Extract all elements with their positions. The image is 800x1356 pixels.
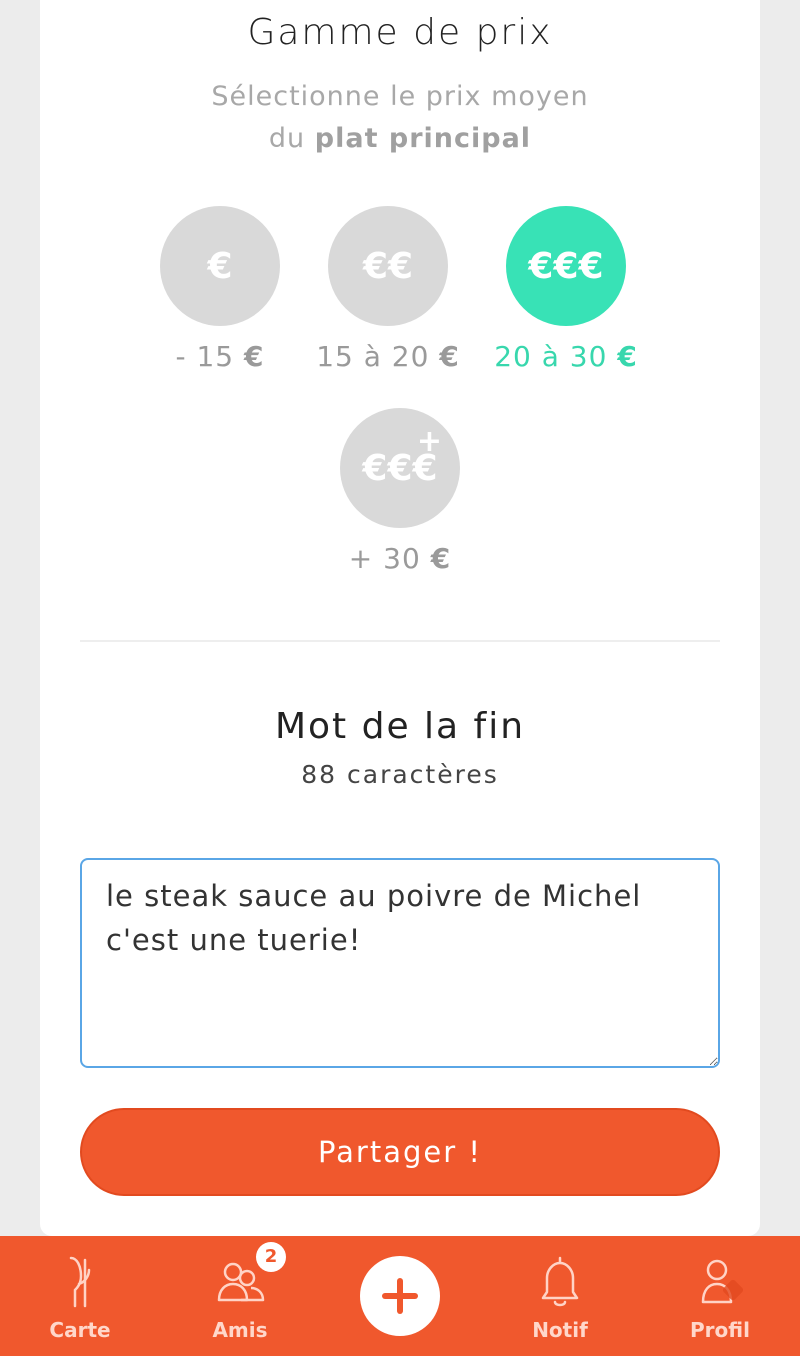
- nav-item-profil[interactable]: Profil: [640, 1236, 800, 1356]
- friends-badge: 2: [256, 1242, 286, 1272]
- price-label-2-text: 15 à 20: [316, 340, 430, 373]
- price-circle-3: €€€: [506, 206, 626, 326]
- price-label-4: + 30 €: [300, 542, 500, 575]
- price-label-3: 20 à 30 €: [466, 340, 666, 373]
- price-label-4-eur: €: [430, 542, 452, 575]
- price-circle-4: €€€ +: [340, 408, 460, 528]
- share-button[interactable]: Partager !: [80, 1108, 720, 1196]
- nav-item-carte[interactable]: Carte: [0, 1236, 160, 1356]
- nav-label-notif: Notif: [532, 1318, 588, 1342]
- subtitle-prefix: du: [268, 123, 315, 154]
- section-divider: [80, 640, 720, 642]
- subtitle-line2: du plat principal: [40, 118, 760, 160]
- price-symbol-2: €€: [362, 245, 414, 287]
- review-card: Gamme de prix Sélectionne le prix moyen …: [40, 0, 760, 1236]
- subtitle-bold: plat principal: [314, 123, 532, 154]
- price-option-3[interactable]: €€€ 20 à 30 €: [466, 206, 666, 373]
- price-label-2: 15 à 20 €: [288, 340, 488, 373]
- price-circle-2: €€: [328, 206, 448, 326]
- nav-label-carte: Carte: [49, 1318, 111, 1342]
- price-option-2[interactable]: €€ 15 à 20 €: [288, 206, 488, 373]
- final-word-textarea[interactable]: le steak sauce au poivre de Michel c'est…: [80, 858, 720, 1068]
- price-range-title: Gamme de prix: [247, 12, 553, 53]
- final-word-title: Mot de la fin: [274, 706, 526, 747]
- price-circle-1: €: [160, 206, 280, 326]
- bottom-nav: Carte 2 Amis Notif Profil: [0, 1236, 800, 1356]
- profile-icon: [701, 1259, 744, 1304]
- nav-item-notif[interactable]: Notif: [480, 1236, 640, 1356]
- plus-icon: [382, 1278, 418, 1314]
- nav-label-profil: Profil: [690, 1318, 750, 1342]
- price-range-subtitle: Sélectionne le prix moyen du plat princi…: [40, 76, 760, 160]
- price-label-2-eur: €: [439, 340, 460, 373]
- subtitle-line1: Sélectionne le prix moyen: [211, 81, 589, 112]
- price-label-3-text: 20 à 30: [494, 340, 608, 373]
- price-label-1-eur: €: [244, 340, 265, 373]
- price-label-3-eur: €: [617, 340, 638, 373]
- price-label-1-text: - 15: [175, 340, 235, 373]
- price-option-4[interactable]: €€€ + + 30 €: [300, 408, 500, 575]
- add-button[interactable]: [360, 1256, 440, 1336]
- nav-item-amis[interactable]: 2 Amis: [160, 1236, 320, 1356]
- bell-icon: [541, 1256, 579, 1307]
- price-symbol-1: €: [207, 245, 233, 287]
- nav-label-amis: Amis: [212, 1318, 268, 1342]
- price-symbol-3: €€€: [528, 245, 604, 287]
- character-count: 88 caractères: [301, 760, 499, 789]
- fork-icon: [69, 1256, 91, 1308]
- price-label-4-text: + 30: [348, 542, 421, 575]
- plus-mark: +: [416, 424, 442, 459]
